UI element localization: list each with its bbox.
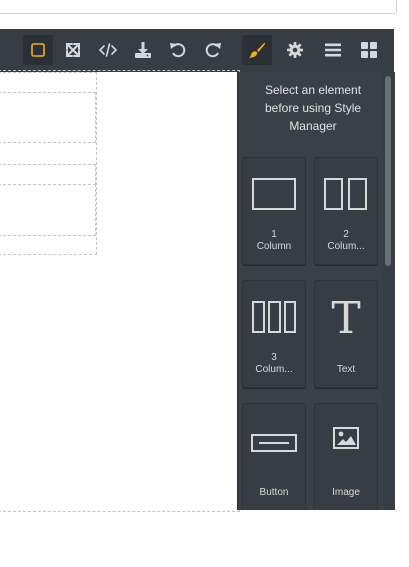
panel-scrollbar-thumb[interactable] <box>385 76 391 266</box>
export-code-button[interactable] <box>93 35 123 65</box>
block-label: 2 Colum... <box>327 229 365 252</box>
redo-icon <box>205 43 221 58</box>
style-manager-panel: Select an element before using Style Man… <box>237 72 395 510</box>
block-label: Text <box>336 364 356 375</box>
undo-button[interactable] <box>163 35 193 65</box>
block-label: 1 Column <box>256 229 292 252</box>
redo-button[interactable] <box>198 35 228 65</box>
download-icon <box>135 42 151 58</box>
paint-brush-icon <box>249 42 265 58</box>
th-large-icon <box>361 42 377 58</box>
text-t-icon: T <box>331 299 360 339</box>
block-3-columns[interactable]: 3 Colum... <box>242 280 306 388</box>
expand-arrows-icon <box>66 43 80 57</box>
block-text[interactable]: T Text <box>314 280 378 388</box>
gear-icon <box>287 42 303 58</box>
code-icon <box>98 43 118 57</box>
blocks-button[interactable] <box>354 35 384 65</box>
block-label: 3 Colum... <box>255 352 293 375</box>
layer-manager-button[interactable] <box>318 35 348 65</box>
top-address-field[interactable] <box>0 0 397 14</box>
block-image[interactable]: Image <box>314 403 378 510</box>
style-manager-button[interactable] <box>242 35 272 65</box>
block-label: Image <box>332 487 360 498</box>
svg-text:T: T <box>331 299 360 339</box>
three-column-icon <box>252 301 296 333</box>
settings-button[interactable] <box>280 35 310 65</box>
import-button[interactable] <box>128 35 158 65</box>
undo-icon <box>170 43 186 58</box>
sw-visibility-button[interactable] <box>23 35 53 65</box>
style-manager-message: Select an element before using Style Man… <box>264 83 362 133</box>
block-1-column[interactable]: 1 Column <box>242 157 306 265</box>
square-outline-icon <box>31 43 45 57</box>
editor-canvas[interactable] <box>0 70 240 512</box>
block-button[interactable]: Button <box>242 403 306 510</box>
fullscreen-button[interactable] <box>58 35 88 65</box>
block-2-columns[interactable]: 2 Colum... <box>314 157 378 265</box>
bars-icon <box>325 43 341 57</box>
one-column-icon <box>252 178 296 210</box>
image-icon <box>333 427 359 449</box>
editor-toolbar <box>0 29 394 73</box>
canvas-wrapper-outline <box>0 70 240 512</box>
two-column-icon <box>324 178 367 210</box>
block-label: Button <box>259 487 289 498</box>
button-icon <box>251 434 297 452</box>
